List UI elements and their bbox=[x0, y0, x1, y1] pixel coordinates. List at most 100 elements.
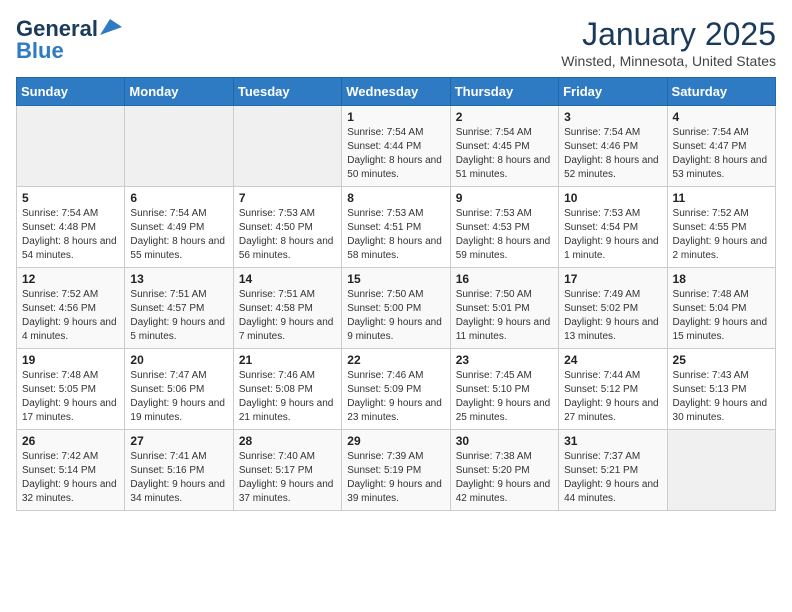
weekday-header: Sunday bbox=[17, 78, 125, 106]
day-number: 24 bbox=[564, 353, 661, 367]
calendar-week-row: 1 Sunrise: 7:54 AM Sunset: 4:44 PM Daylig… bbox=[17, 106, 776, 187]
calendar-cell: 12 Sunrise: 7:52 AM Sunset: 4:56 PM Dayli… bbox=[17, 268, 125, 349]
calendar-cell: 26 Sunrise: 7:42 AM Sunset: 5:14 PM Dayli… bbox=[17, 430, 125, 511]
calendar-cell: 8Sunrise: 7:53 AM Sunset: 4:51 PM Daylig… bbox=[342, 187, 450, 268]
calendar-cell: 25 Sunrise: 7:43 AM Sunset: 5:13 PM Dayli… bbox=[667, 349, 775, 430]
calendar-cell: 6 Sunrise: 7:54 AM Sunset: 4:49 PM Daylig… bbox=[125, 187, 233, 268]
calendar-cell bbox=[17, 106, 125, 187]
day-number: 26 bbox=[22, 434, 119, 448]
day-content: Sunrise: 7:49 AM Sunset: 5:02 PM Dayligh… bbox=[564, 288, 661, 344]
day-content: Sunrise: 7:43 AM Sunset: 5:13 PM Dayligh… bbox=[673, 369, 770, 425]
day-number: 5 bbox=[22, 191, 119, 205]
calendar-cell: 4 Sunrise: 7:54 AM Sunset: 4:47 PM Daylig… bbox=[667, 106, 775, 187]
calendar-cell bbox=[125, 106, 233, 187]
calendar-cell: 1 Sunrise: 7:54 AM Sunset: 4:44 PM Daylig… bbox=[342, 106, 450, 187]
day-number: 27 bbox=[130, 434, 227, 448]
calendar-cell: 3Sunrise: 7:54 AM Sunset: 4:46 PM Daylig… bbox=[559, 106, 667, 187]
day-content: Sunrise: 7:51 AM Sunset: 4:58 PM Dayligh… bbox=[239, 288, 336, 344]
weekday-header: Friday bbox=[559, 78, 667, 106]
day-number: 12 bbox=[22, 272, 119, 286]
day-number: 16 bbox=[456, 272, 553, 286]
logo: General Blue bbox=[16, 16, 122, 64]
calendar-cell bbox=[233, 106, 341, 187]
day-content: Sunrise: 7:46 AM Sunset: 5:08 PM Dayligh… bbox=[239, 369, 336, 425]
day-number: 13 bbox=[130, 272, 227, 286]
weekday-header: Saturday bbox=[667, 78, 775, 106]
day-number: 25 bbox=[673, 353, 770, 367]
calendar-cell bbox=[667, 430, 775, 511]
day-number: 19 bbox=[22, 353, 119, 367]
day-content: Sunrise: 7:39 AM Sunset: 5:19 PM Dayligh… bbox=[347, 450, 444, 506]
day-content: Sunrise: 7:54 AM Sunset: 4:46 PM Dayligh… bbox=[564, 126, 661, 182]
calendar-cell: 22 Sunrise: 7:46 AM Sunset: 5:09 PM Dayli… bbox=[342, 349, 450, 430]
calendar-cell: 17Sunrise: 7:49 AM Sunset: 5:02 PM Dayli… bbox=[559, 268, 667, 349]
day-number: 20 bbox=[130, 353, 227, 367]
day-content: Sunrise: 7:37 AM Sunset: 5:21 PM Dayligh… bbox=[564, 450, 661, 506]
calendar-cell: 9 Sunrise: 7:53 AM Sunset: 4:53 PM Daylig… bbox=[450, 187, 558, 268]
day-content: Sunrise: 7:54 AM Sunset: 4:49 PM Dayligh… bbox=[130, 207, 227, 263]
day-content: Sunrise: 7:50 AM Sunset: 5:01 PM Dayligh… bbox=[456, 288, 553, 344]
day-number: 29 bbox=[347, 434, 444, 448]
location: Winsted, Minnesota, United States bbox=[561, 53, 776, 69]
calendar-cell: 13 Sunrise: 7:51 AM Sunset: 4:57 PM Dayli… bbox=[125, 268, 233, 349]
day-content: Sunrise: 7:51 AM Sunset: 4:57 PM Dayligh… bbox=[130, 288, 227, 344]
day-content: Sunrise: 7:38 AM Sunset: 5:20 PM Dayligh… bbox=[456, 450, 553, 506]
calendar-cell: 30 Sunrise: 7:38 AM Sunset: 5:20 PM Dayli… bbox=[450, 430, 558, 511]
day-content: Sunrise: 7:54 AM Sunset: 4:44 PM Dayligh… bbox=[347, 126, 444, 182]
day-content: Sunrise: 7:48 AM Sunset: 5:05 PM Dayligh… bbox=[22, 369, 119, 425]
day-content: Sunrise: 7:54 AM Sunset: 4:48 PM Dayligh… bbox=[22, 207, 119, 263]
calendar-cell: 10Sunrise: 7:53 AM Sunset: 4:54 PM Dayli… bbox=[559, 187, 667, 268]
day-number: 15 bbox=[347, 272, 444, 286]
day-number: 7 bbox=[239, 191, 336, 205]
weekday-header: Wednesday bbox=[342, 78, 450, 106]
calendar-cell: 19 Sunrise: 7:48 AM Sunset: 5:05 PM Dayli… bbox=[17, 349, 125, 430]
day-content: Sunrise: 7:44 AM Sunset: 5:12 PM Dayligh… bbox=[564, 369, 661, 425]
day-number: 2 bbox=[456, 110, 553, 124]
weekday-header: Monday bbox=[125, 78, 233, 106]
day-content: Sunrise: 7:42 AM Sunset: 5:14 PM Dayligh… bbox=[22, 450, 119, 506]
title-section: January 2025 Winsted, Minnesota, United … bbox=[561, 16, 776, 69]
day-number: 4 bbox=[673, 110, 770, 124]
day-content: Sunrise: 7:46 AM Sunset: 5:09 PM Dayligh… bbox=[347, 369, 444, 425]
logo-blue: Blue bbox=[16, 38, 64, 64]
calendar-table: SundayMondayTuesdayWednesdayThursdayFrid… bbox=[16, 77, 776, 511]
calendar-cell: 21 Sunrise: 7:46 AM Sunset: 5:08 PM Dayli… bbox=[233, 349, 341, 430]
day-content: Sunrise: 7:53 AM Sunset: 4:50 PM Dayligh… bbox=[239, 207, 336, 263]
calendar-cell: 23 Sunrise: 7:45 AM Sunset: 5:10 PM Dayli… bbox=[450, 349, 558, 430]
month-title: January 2025 bbox=[561, 16, 776, 53]
day-number: 28 bbox=[239, 434, 336, 448]
calendar-cell: 14Sunrise: 7:51 AM Sunset: 4:58 PM Dayli… bbox=[233, 268, 341, 349]
day-content: Sunrise: 7:52 AM Sunset: 4:56 PM Dayligh… bbox=[22, 288, 119, 344]
day-content: Sunrise: 7:53 AM Sunset: 4:51 PM Dayligh… bbox=[347, 207, 444, 263]
day-number: 11 bbox=[673, 191, 770, 205]
day-number: 1 bbox=[347, 110, 444, 124]
day-content: Sunrise: 7:54 AM Sunset: 4:45 PM Dayligh… bbox=[456, 126, 553, 182]
day-content: Sunrise: 7:53 AM Sunset: 4:53 PM Dayligh… bbox=[456, 207, 553, 263]
calendar-week-row: 26 Sunrise: 7:42 AM Sunset: 5:14 PM Dayli… bbox=[17, 430, 776, 511]
day-content: Sunrise: 7:47 AM Sunset: 5:06 PM Dayligh… bbox=[130, 369, 227, 425]
day-content: Sunrise: 7:45 AM Sunset: 5:10 PM Dayligh… bbox=[456, 369, 553, 425]
calendar-cell: 5 Sunrise: 7:54 AM Sunset: 4:48 PM Daylig… bbox=[17, 187, 125, 268]
day-content: Sunrise: 7:48 AM Sunset: 5:04 PM Dayligh… bbox=[673, 288, 770, 344]
day-number: 22 bbox=[347, 353, 444, 367]
day-content: Sunrise: 7:52 AM Sunset: 4:55 PM Dayligh… bbox=[673, 207, 770, 263]
calendar-cell: 29 Sunrise: 7:39 AM Sunset: 5:19 PM Dayli… bbox=[342, 430, 450, 511]
calendar-cell: 2 Sunrise: 7:54 AM Sunset: 4:45 PM Daylig… bbox=[450, 106, 558, 187]
weekday-header: Thursday bbox=[450, 78, 558, 106]
day-content: Sunrise: 7:40 AM Sunset: 5:17 PM Dayligh… bbox=[239, 450, 336, 506]
calendar-week-row: 5 Sunrise: 7:54 AM Sunset: 4:48 PM Daylig… bbox=[17, 187, 776, 268]
day-content: Sunrise: 7:50 AM Sunset: 5:00 PM Dayligh… bbox=[347, 288, 444, 344]
calendar-cell: 18Sunrise: 7:48 AM Sunset: 5:04 PM Dayli… bbox=[667, 268, 775, 349]
day-number: 9 bbox=[456, 191, 553, 205]
logo-icon bbox=[100, 19, 122, 35]
day-number: 21 bbox=[239, 353, 336, 367]
day-number: 23 bbox=[456, 353, 553, 367]
weekday-header-row: SundayMondayTuesdayWednesdayThursdayFrid… bbox=[17, 78, 776, 106]
calendar-week-row: 12 Sunrise: 7:52 AM Sunset: 4:56 PM Dayli… bbox=[17, 268, 776, 349]
day-content: Sunrise: 7:54 AM Sunset: 4:47 PM Dayligh… bbox=[673, 126, 770, 182]
calendar-cell: 28 Sunrise: 7:40 AM Sunset: 5:17 PM Dayli… bbox=[233, 430, 341, 511]
day-number: 30 bbox=[456, 434, 553, 448]
calendar-cell: 16 Sunrise: 7:50 AM Sunset: 5:01 PM Dayli… bbox=[450, 268, 558, 349]
day-number: 10 bbox=[564, 191, 661, 205]
day-number: 6 bbox=[130, 191, 227, 205]
